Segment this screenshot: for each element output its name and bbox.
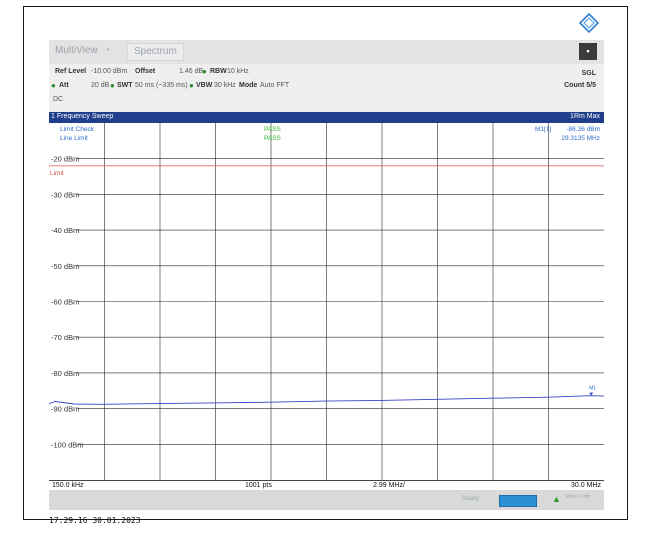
span-per-division: 2.99 MHz/	[373, 482, 405, 489]
line-limit-result: PASS	[264, 135, 282, 142]
y-tick-label: -90 dBm	[51, 405, 79, 414]
marker-level: -86.36 dBm	[566, 126, 600, 133]
rohde-schwarz-logo	[579, 13, 599, 33]
y-tick-label: -30 dBm	[51, 190, 79, 199]
sweep-points: 1001 pts	[245, 482, 272, 489]
y-tick-label: -80 dBm	[51, 369, 79, 378]
tab-spectrum[interactable]: Spectrum	[127, 43, 184, 61]
close-tab-button[interactable]: ▪	[579, 43, 597, 60]
y-tick-label: -40 dBm	[51, 226, 79, 235]
marker-frequency: 29.3135 MHz	[561, 135, 600, 142]
stop-frequency: 30.0 MHz	[571, 482, 601, 489]
vbw-value[interactable]: 30 kHz	[214, 82, 236, 89]
swt-indicator-icon: ●	[110, 81, 115, 90]
ref-level-label: Ref Level	[55, 68, 87, 75]
tab-separator-dot: •	[106, 45, 110, 56]
coupling-label: DC	[53, 96, 64, 103]
marker-m1-label: M1	[589, 386, 596, 392]
capture-timestamp: 17:29:16 30.01.2023	[49, 516, 141, 525]
sweep-title-bar: 1 Frequency Sweep 1Rm Max	[49, 112, 604, 123]
trace-mode-label: 1Rm Max	[570, 113, 600, 120]
att-indicator-icon: ●	[51, 81, 56, 90]
line-limit-label: Line Limit	[60, 135, 88, 142]
mode-label: Mode	[239, 82, 258, 89]
start-frequency: 150.0 kHz	[52, 482, 84, 489]
sweep-count: Count 5/5	[564, 82, 596, 89]
swt-value[interactable]: 50 ms (~335 ms)	[135, 82, 188, 89]
spectrum-chart: -20 dBm -30 dBm -40 dBm -50 dBm -60 dBm -70 d…	[49, 123, 604, 480]
ready-label: Ready	[462, 496, 480, 502]
progress-indicator	[499, 495, 537, 507]
limit-check-label: Limit Check	[60, 126, 95, 133]
status-bar: Ready ▲ Warn / Info	[49, 490, 604, 510]
marker-m1-symbol	[589, 392, 594, 396]
spectrum-plot[interactable]: -20 dBm -30 dBm -40 dBm -50 dBm -60 dBm -70 d…	[49, 123, 604, 480]
rbw-indicator-icon: ●	[202, 67, 207, 76]
warning-icon[interactable]: ▲	[552, 494, 561, 504]
y-tick-label: -100 dBm	[51, 440, 84, 449]
limit-check-result: PASS	[264, 126, 282, 133]
warning-text: Warn / Info	[566, 494, 591, 500]
vbw-indicator-icon: ●	[189, 81, 194, 90]
sweep-title: 1 Frequency Sweep	[51, 113, 114, 120]
att-value[interactable]: 20 dB	[91, 82, 109, 89]
y-tick-label: -50 dBm	[51, 262, 79, 271]
tab-bar: MultiView • Spectrum ▪	[49, 40, 604, 64]
analyzer-screen: MultiView • Spectrum ▪ Ref Level -10.00 …	[49, 40, 604, 510]
vbw-label: VBW	[196, 82, 213, 89]
swt-label: SWT	[117, 82, 133, 89]
limit-line-label: Limit	[50, 170, 64, 177]
marker-name: M1[1]	[535, 126, 551, 133]
y-tick-label: -70 dBm	[51, 333, 79, 342]
rbw-label: RBW	[210, 68, 227, 75]
sgl-label: SGL	[581, 70, 596, 77]
offset-value[interactable]: 1.46 dB	[179, 68, 203, 75]
ref-level-value[interactable]: -10.00 dBm	[91, 68, 127, 75]
tab-multiview[interactable]: MultiView	[55, 45, 98, 56]
measurement-parameters: Ref Level -10.00 dBm Offset 1.46 dB ● RB…	[49, 64, 604, 112]
offset-label: Offset	[135, 68, 156, 75]
att-label: Att	[59, 82, 69, 89]
y-tick-label: -60 dBm	[51, 298, 79, 307]
rbw-value[interactable]: 10 kHz	[227, 68, 249, 75]
mode-value[interactable]: Auto FFT	[260, 82, 289, 89]
y-tick-label: -20 dBm	[51, 155, 79, 164]
